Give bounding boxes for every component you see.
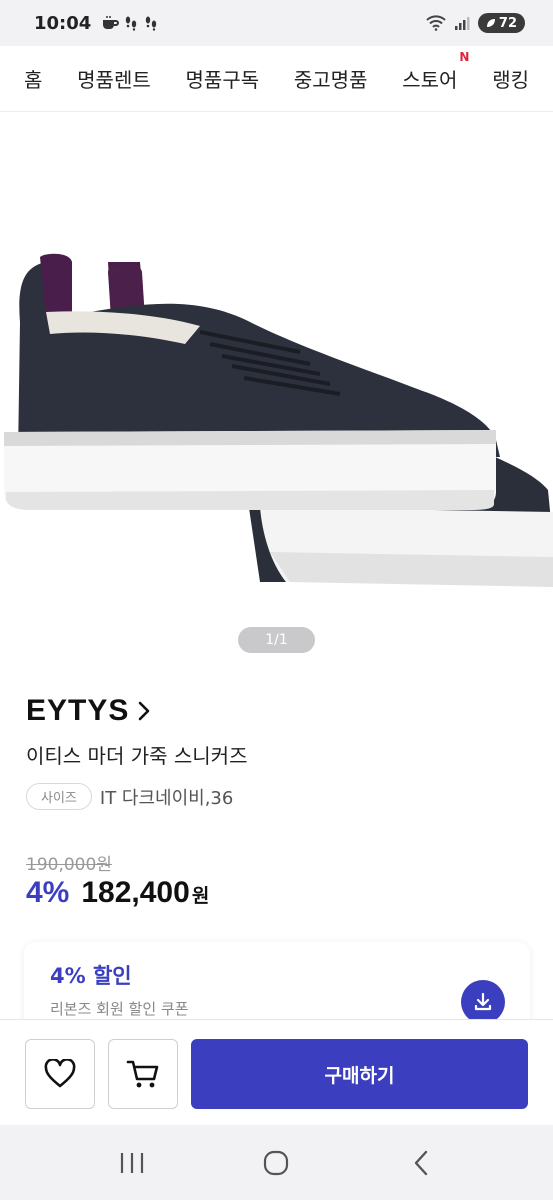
cart-icon [126,1060,159,1088]
status-left: 10:04 [34,13,159,34]
chevron-right-icon [139,701,150,721]
nav-item-ranking[interactable]: 랭킹 [492,64,529,93]
add-to-cart-button[interactable] [108,1039,178,1109]
footprints-icon [146,16,157,31]
size-value: IT 다크네이비,36 [99,787,234,809]
nav-item-label: 홈 [24,68,43,92]
back-button[interactable] [391,1133,451,1193]
coffee-icon [103,16,120,29]
coupon-title: 4% 할인 [50,964,132,988]
nav-item-label: 명품구독 [185,68,260,92]
sale-price: 182,400 [81,876,190,909]
currency-unit: 원 [191,885,210,907]
heart-icon [44,1059,76,1088]
brand-name: EYTYS [26,694,130,727]
notification-icons [101,15,159,31]
front-sneaker [4,253,500,510]
home-circle-icon [264,1150,289,1175]
recent-apps-icon [121,1152,144,1173]
bottom-action-bar: 구매하기 [0,1019,553,1125]
recent-apps-button[interactable] [102,1133,162,1193]
nav-item-label: 명품렌트 [77,68,151,92]
status-time: 10:04 [34,12,92,34]
coupon-subtitle: 리본즈 회원 할인 쿠폰 [50,1000,189,1018]
price-row: 4% 182,400 원 [26,876,209,910]
status-bar: 10:04 72 [0,0,553,46]
leaf-icon [486,19,495,27]
nav-item-store[interactable]: 스토어 N [402,50,469,93]
nav-item-luxury-subscription[interactable]: 명품구독 [186,64,260,93]
buy-button[interactable]: 구매하기 [191,1039,528,1109]
back-chevron-icon [414,1150,428,1175]
status-right: 72 [426,13,525,33]
nav-item-home[interactable]: 홈 [24,64,42,93]
size-chip: 사이즈 [26,783,92,810]
product-image-gallery[interactable] [0,112,553,672]
wifi-icon [426,15,446,31]
battery-level: 72 [498,15,517,31]
brand-link[interactable]: EYTYS [26,694,151,728]
signal-icon [454,17,470,30]
system-navigation-bar [0,1125,553,1200]
nav-item-used-luxury[interactable]: 중고명품 [294,64,368,93]
original-price: 190,000원 [26,855,112,875]
sneaker-photo [4,253,553,587]
nav-item-label: 중고명품 [293,68,368,92]
nav-item-luxury-rent[interactable]: 명품렌트 [77,64,151,93]
new-badge: N [459,50,470,64]
gallery-pager: 1/1 [238,627,315,653]
wishlist-button[interactable] [25,1039,95,1109]
option-row: 사이즈 IT 다크네이비,36 [26,783,233,810]
nav-item-label: 랭킹 [492,68,529,92]
coupon-download-button[interactable] [461,980,505,1024]
battery-indicator: 72 [477,13,525,33]
nav-item-label: 스토어 [402,68,458,92]
category-nav: 홈 명품렌트 명품구독 중고명품 스토어 N 랭킹 [0,46,553,112]
discount-rate: 4% [26,876,70,909]
home-button[interactable] [246,1133,306,1193]
footprints-icon [126,16,137,31]
download-icon [474,992,492,1011]
product-title: 이티스 마더 가죽 스니커즈 [26,744,248,768]
